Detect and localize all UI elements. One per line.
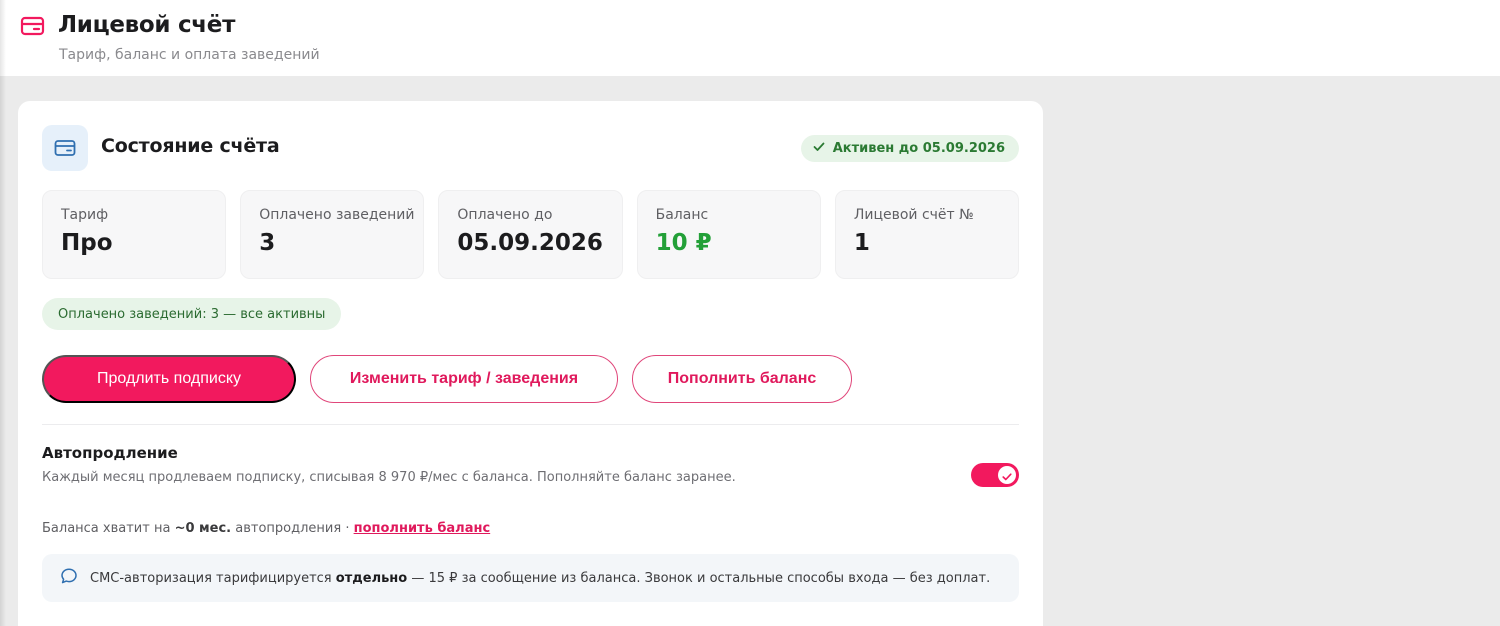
- sms-note-prefix: СМС-авторизация тарифицируется: [90, 570, 332, 586]
- stat-value: 3: [259, 230, 276, 256]
- chat-bubble-icon: [60, 567, 78, 589]
- check-icon: [1002, 466, 1012, 485]
- page-title: Лицевой счёт: [58, 12, 236, 38]
- balance-runway-months: ~0 мес.: [174, 521, 232, 536]
- stats-row: Тариф Про Оплачено заведений 3 Оплачено …: [42, 190, 1020, 279]
- autorenew-toggle[interactable]: [971, 463, 1019, 487]
- change-plan-button[interactable]: Изменить тариф / заведения: [310, 355, 618, 403]
- divider: [42, 424, 1019, 425]
- balance-runway-prefix: Баланса хватит на: [42, 521, 171, 536]
- card-title: Состояние счёта: [101, 135, 280, 157]
- window-edge-shadow: [0, 0, 6, 626]
- stat-paid-until: Оплачено до 05.09.2026: [438, 190, 623, 279]
- stat-value: 10 ₽: [655, 230, 712, 256]
- balance-runway-suffix: автопродления ·: [235, 521, 350, 536]
- stat-label: Оплачено до: [457, 207, 553, 223]
- venues-info-pill: Оплачено заведений: 3 — все активны: [42, 298, 342, 330]
- toggle-knob: [998, 466, 1016, 484]
- wallet-icon: [42, 125, 88, 171]
- balance-runway-text: Баланса хватит на ~0 мес. автопродления …: [42, 521, 490, 536]
- extend-subscription-button[interactable]: Продлить подписку: [42, 355, 296, 403]
- stat-paid-venues: Оплачено заведений 3: [240, 190, 425, 279]
- status-badge: Активен до 05.09.2026: [800, 135, 1019, 162]
- check-icon: [813, 141, 825, 156]
- stat-label: Оплачено заведений: [259, 207, 415, 223]
- stat-value: Про: [61, 230, 113, 256]
- autorenew-title: Автопродление: [42, 444, 178, 462]
- stat-account-number: Лицевой счёт № 1: [834, 190, 1020, 279]
- autorenew-description: Каждый месяц продлеваем подписку, списыв…: [42, 470, 736, 485]
- sms-note-text: СМС-авторизация тарифицируется отдельно …: [90, 571, 990, 586]
- top-up-balance-button[interactable]: Пополнить баланс: [632, 355, 852, 403]
- card-icon: [20, 15, 46, 37]
- stat-value: 1: [853, 230, 870, 256]
- stat-label: Лицевой счёт №: [853, 207, 974, 223]
- sms-note-suffix: — 15 ₽ за сообщение из баланса. Звонок и…: [411, 570, 991, 586]
- page-subtitle: Тариф, баланс и оплата заведений: [59, 47, 320, 63]
- status-badge-text: Активен до 05.09.2026: [832, 141, 1005, 156]
- stat-balance: Баланс 10 ₽: [636, 190, 821, 279]
- top-up-balance-link[interactable]: пополнить баланс: [354, 521, 491, 536]
- stat-tariff: Тариф Про: [42, 190, 227, 279]
- page-header: Лицевой счёт Тариф, баланс и оплата заве…: [0, 0, 1500, 76]
- sms-note-bold: отдельно: [335, 570, 408, 586]
- stat-label: Баланс: [655, 207, 709, 223]
- account-status-card: Состояние счёта Активен до 05.09.2026 Та…: [18, 101, 1043, 626]
- stat-label: Тариф: [61, 207, 109, 223]
- sms-note-box: СМС-авторизация тарифицируется отдельно …: [42, 554, 1019, 602]
- stat-value: 05.09.2026: [457, 230, 603, 256]
